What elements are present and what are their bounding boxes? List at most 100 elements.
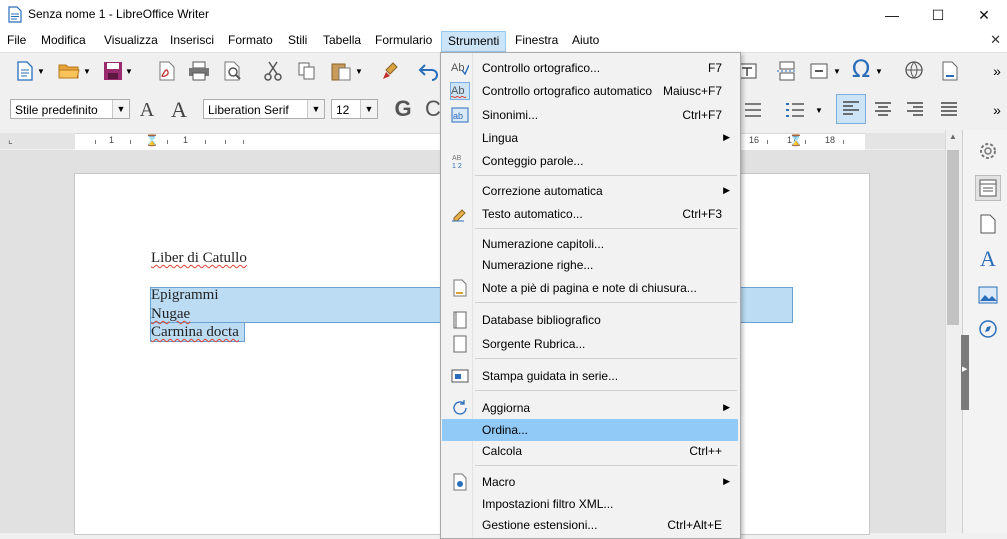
menu-item-label: Stampa guidata in serie... [482,369,619,383]
menu-bar: File Modifica Visualizza Inserisci Forma… [0,30,1007,53]
new-dropdown-icon[interactable]: ▼ [36,60,46,82]
cut-icon[interactable] [262,60,284,82]
toolbar-overflow-icon[interactable]: » [990,60,1004,82]
toolbar-overflow-icon[interactable]: » [990,99,1004,121]
menu-item-auto-spelling[interactable]: Ab Controllo ortografico automatico Maiu… [442,80,738,102]
menu-file[interactable]: File [7,33,26,47]
styles-icon[interactable]: A [975,246,1001,272]
close-button[interactable]: ✕ [961,0,1007,30]
insert-footnote-icon[interactable] [940,60,962,82]
menu-strumenti[interactable]: Strumenti [441,31,507,52]
menu-item-label: Sinonimi... [482,108,539,122]
clone-formatting-icon[interactable] [380,60,402,82]
menu-aiuto[interactable]: Aiuto [572,33,599,47]
scroll-up-icon[interactable]: ▲ [949,132,957,141]
undo-icon[interactable] [418,60,440,82]
insert-page-break-icon[interactable] [776,60,798,82]
submenu-arrow-icon: ▶ [723,476,730,486]
menu-item-word-count[interactable]: AB 1 2 Conteggio parole... [442,150,738,172]
navigator-icon[interactable] [975,316,1001,342]
menu-item-spelling[interactable]: Ab Controllo ortografico... F7 [442,57,738,79]
menu-stili[interactable]: Stili [288,33,307,47]
font-name-combo[interactable]: Liberation Serif ▼ [203,99,325,119]
menu-item-macro[interactable]: Macro ▶ [442,471,738,493]
ruler-number: 1 [183,135,189,145]
ruler-number: 1 [109,135,115,145]
list-dropdown-icon[interactable]: ▼ [814,99,824,121]
menu-item-xml-filter-settings[interactable]: Impostazioni filtro XML... [442,493,738,515]
chevron-down-icon[interactable]: ▼ [112,100,129,118]
menu-finestra[interactable]: Finestra [515,33,558,47]
document-line-1[interactable]: Epigrammi [151,287,219,304]
menu-item-label: Correzione automatica [482,184,603,198]
print-icon[interactable] [188,60,210,82]
indent-marker-icon[interactable]: ⌛ [145,134,159,147]
new-document-icon[interactable] [14,60,36,82]
menu-item-language[interactable]: Lingua ▶ [442,127,738,149]
justify-icon[interactable] [938,99,960,121]
ordered-list-icon[interactable] [784,99,806,121]
right-indent-marker-icon[interactable]: ⌛ [789,134,803,147]
print-preview-icon[interactable] [222,60,244,82]
menu-item-chapter-numbering[interactable]: Numerazione capitoli... [442,233,738,255]
scrollbar-thumb[interactable] [947,150,959,325]
save-icon[interactable] [102,60,124,82]
new-style-icon[interactable]: A [168,97,190,122]
maximize-button[interactable]: ☐ [915,0,961,30]
open-dropdown-icon[interactable]: ▼ [82,60,92,82]
menu-visualizza[interactable]: Visualizza [104,33,158,47]
menu-formulario[interactable]: Formulario [375,33,432,47]
bold-icon[interactable]: G [392,96,414,121]
menu-tabella[interactable]: Tabella [323,33,361,47]
menu-item-autocorrect[interactable]: Correzione automatica ▶ [442,180,738,202]
document-line-2[interactable]: Nugae [151,306,190,323]
chevron-down-icon[interactable]: ▼ [307,100,324,118]
align-right-icon[interactable] [904,99,926,121]
svg-text:AB: AB [452,155,462,162]
copy-icon[interactable] [296,60,318,82]
gallery-icon[interactable] [975,282,1001,308]
menu-modifica[interactable]: Modifica [41,33,86,47]
page-icon[interactable] [975,211,1001,237]
save-dropdown-icon[interactable]: ▼ [124,60,134,82]
menu-formato[interactable]: Formato [228,33,273,47]
document-line-3[interactable]: Carmina docta [151,324,239,341]
export-pdf-icon[interactable] [156,60,178,82]
sidebar-collapse-handle[interactable]: ▶ [961,335,969,410]
field-dropdown-icon[interactable]: ▼ [832,60,842,82]
paragraph-style-combo[interactable]: Stile predefinito ▼ [10,99,130,119]
menu-item-shortcut: Maiusc+F7 [662,84,722,98]
document-heading[interactable]: Liber di Catullo [151,250,247,267]
paste-icon[interactable] [330,60,352,82]
align-left-icon[interactable] [836,94,866,124]
open-folder-icon[interactable] [58,60,80,82]
menu-item-sort[interactable]: Ordina... [442,419,738,441]
minimize-button[interactable]: — [869,0,915,30]
menu-inserisci[interactable]: Inserisci [170,33,214,47]
insert-hyperlink-icon[interactable] [904,60,926,82]
gear-icon[interactable] [975,138,1001,164]
spelling-icon: Ab [450,59,470,77]
tab-stop-icon[interactable]: ⌞ [8,135,13,146]
update-style-icon[interactable]: A [136,99,158,121]
menu-item-bibliography-database[interactable]: Database bibliografico [442,309,738,331]
insert-field-icon[interactable] [808,60,830,82]
font-size-combo[interactable]: 12 ▼ [331,99,378,119]
chevron-down-icon[interactable]: ▼ [360,100,377,118]
menu-item-address-book-source[interactable]: Sorgente Rubrica... [442,333,738,355]
properties-icon[interactable] [975,175,1001,201]
close-document-icon[interactable]: ✕ [990,32,1001,48]
menu-item-mail-merge[interactable]: Stampa guidata in serie... [442,365,738,387]
unordered-list-icon[interactable] [742,99,764,121]
menu-item-calculate[interactable]: Calcola Ctrl++ [442,440,738,462]
menu-item-autotext[interactable]: Testo automatico... Ctrl+F3 [442,203,738,225]
menu-item-line-numbering[interactable]: Numerazione righe... [442,254,738,276]
menu-item-update[interactable]: Aggiorna ▶ [442,397,738,419]
menu-item-thesaurus[interactable]: ab Sinonimi... Ctrl+F7 [442,104,738,126]
paste-dropdown-icon[interactable]: ▼ [354,60,364,82]
auto-spelling-icon: Ab [450,82,470,100]
menu-item-footnotes[interactable]: Note a piè di pagina e note di chiusura.… [442,277,738,299]
align-center-icon[interactable] [872,99,894,121]
special-character-dropdown-icon[interactable]: ▼ [874,60,884,82]
insert-special-character-icon[interactable]: Ω [850,55,872,83]
